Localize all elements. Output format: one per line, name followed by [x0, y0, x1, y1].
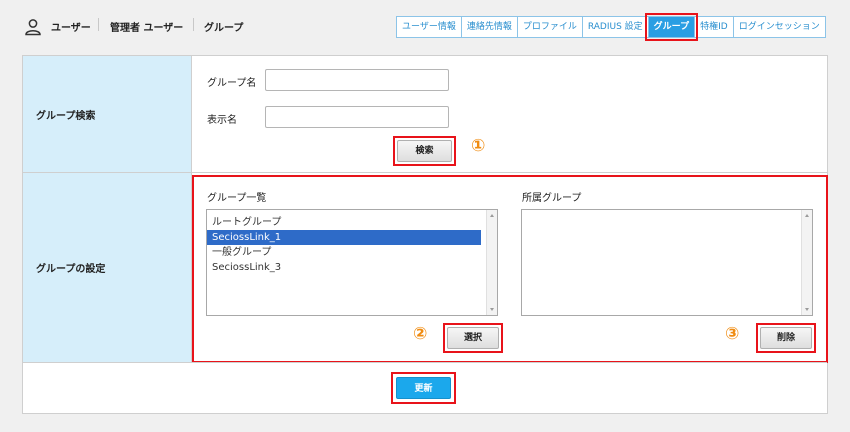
group-name-label: グループ名	[207, 78, 257, 89]
tab-bar: ユーザー情報 連絡先情報 プロファイル RADIUS 設定 グループ 特権ID …	[396, 13, 826, 41]
group-list-item[interactable]: SeciossLink_1	[207, 230, 481, 245]
scroll-down-icon[interactable]	[490, 308, 494, 311]
tab-user-info[interactable]: ユーザー情報	[396, 16, 462, 38]
step-marker-3: ③	[725, 324, 740, 344]
search-button[interactable]: 検索	[397, 140, 452, 162]
group-list-item[interactable]: ルートグループ	[207, 215, 481, 230]
group-list-item[interactable]: 一般グループ	[207, 245, 481, 260]
main-panel: グループ検索 グループ名 表示名 検索 ① グループの設定 グループ一覧 ルート…	[22, 55, 828, 414]
scroll-down-icon[interactable]	[805, 308, 809, 311]
row-divider	[23, 362, 827, 363]
breadcrumb-group: グループ	[204, 23, 244, 34]
group-settings-label: グループの設定	[23, 173, 192, 362]
top-bar: ユーザー 管理者 ユーザー グループ ユーザー情報 連絡先情報 プロファイル R…	[0, 0, 850, 52]
group-search-label: グループ検索	[23, 56, 192, 172]
delete-button[interactable]: 削除	[760, 327, 812, 349]
scroll-up-icon[interactable]	[490, 214, 494, 217]
display-name-input[interactable]	[265, 106, 449, 128]
group-name-input[interactable]	[265, 69, 449, 91]
tab-group[interactable]: グループ	[644, 13, 699, 41]
group-list-item[interactable]: SeciossLink_3	[207, 260, 481, 275]
tab-login-session[interactable]: ログインセッション	[732, 16, 826, 38]
select-button[interactable]: 選択	[447, 327, 499, 349]
member-list-label: 所属グループ	[522, 193, 582, 204]
tab-profile[interactable]: プロファイル	[516, 16, 583, 38]
breadcrumb-separator	[98, 18, 99, 31]
update-button[interactable]: 更新	[396, 377, 451, 399]
group-list-scrollbar[interactable]	[486, 210, 497, 315]
breadcrumb-admin-user[interactable]: 管理者 ユーザー	[110, 19, 183, 34]
display-name-label: 表示名	[207, 115, 237, 126]
tab-privileged-id[interactable]: 特権ID	[694, 16, 734, 38]
user-icon	[25, 19, 41, 36]
group-list-label: グループ一覧	[207, 193, 267, 204]
member-list-box[interactable]	[521, 209, 813, 316]
step-marker-2: ②	[413, 324, 428, 344]
scroll-up-icon[interactable]	[805, 214, 809, 217]
tab-radius-settings[interactable]: RADIUS 設定	[581, 16, 649, 38]
tab-contact-info[interactable]: 連絡先情報	[460, 16, 518, 38]
step-marker-1: ①	[471, 136, 486, 156]
breadcrumb-separator	[193, 18, 194, 31]
member-list-scrollbar[interactable]	[801, 210, 812, 315]
breadcrumb-user[interactable]: ユーザー	[51, 19, 91, 34]
group-list-box[interactable]: ルートグループ SeciossLink_1 一般グループ SeciossLink…	[206, 209, 498, 316]
